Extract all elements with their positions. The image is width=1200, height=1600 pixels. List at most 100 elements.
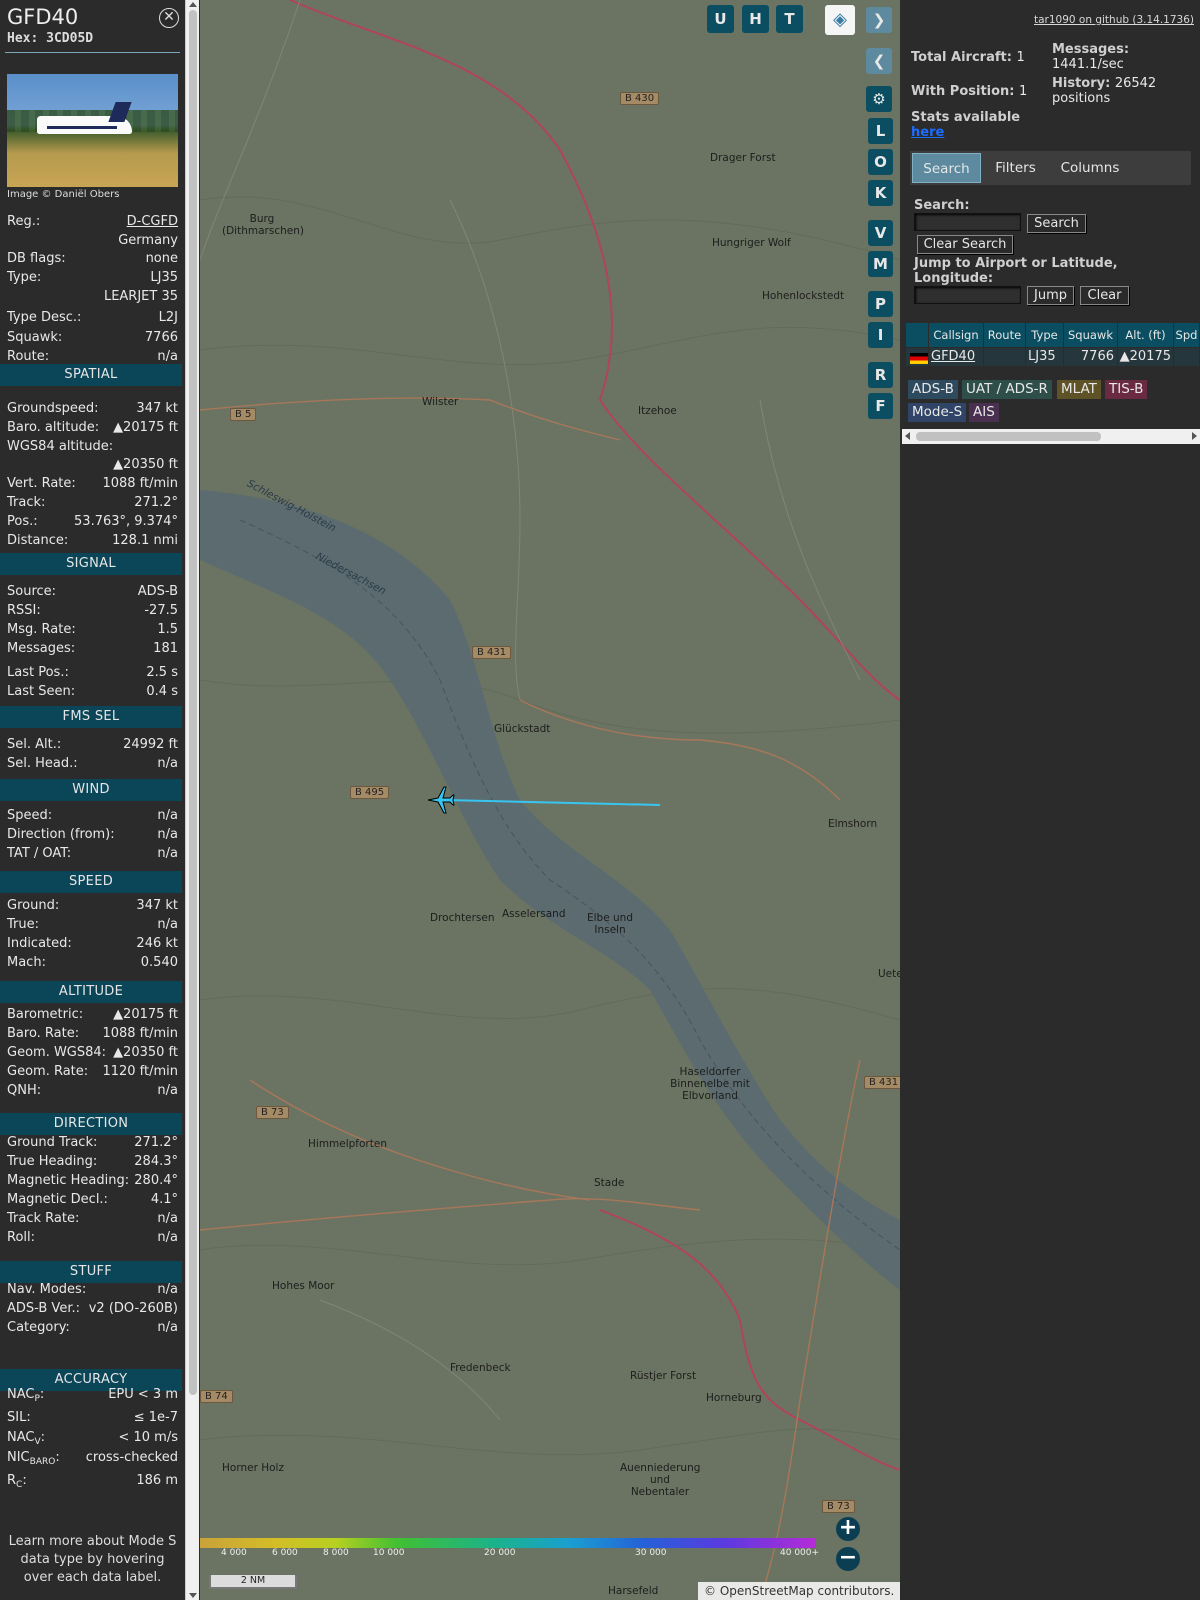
- info-row-label-text: Type Desc.:: [7, 310, 82, 325]
- zoom-in-button[interactable]: +: [836, 1517, 860, 1541]
- stats-link[interactable]: here: [911, 125, 944, 140]
- table-header-callsign[interactable]: Callsign: [929, 323, 984, 347]
- collapse-button[interactable]: ❮: [866, 48, 892, 74]
- layers-icon: ◈: [833, 9, 847, 30]
- chevron-right-icon: ❯: [872, 11, 886, 29]
- info-row-label: True:: [7, 917, 39, 932]
- map-button-i[interactable]: I: [868, 322, 893, 348]
- jump-button[interactable]: Jump: [1027, 286, 1074, 305]
- map-button-f[interactable]: F: [868, 393, 893, 419]
- info-row-label: Nav. Modes:: [7, 1282, 86, 1297]
- table-header-route[interactable]: Route: [984, 323, 1026, 347]
- layers-button[interactable]: ◈: [825, 5, 855, 35]
- legend-tick: 6 000: [272, 1548, 298, 1558]
- map-view[interactable]: Burg (Dithmarschen) Hohenlockstedt Drager …: [200, 0, 900, 1600]
- source-badge: Mode-S: [908, 403, 967, 422]
- map-button-k[interactable]: K: [868, 180, 893, 206]
- map-button-m[interactable]: M: [868, 251, 893, 277]
- info-row-label-sub: C: [16, 1480, 23, 1490]
- info-row: Track Rate: n/a: [7, 1211, 178, 1229]
- map-attribution: © OpenStreetMap contributors.: [698, 1582, 900, 1600]
- tab-filters[interactable]: Filters: [983, 153, 1048, 183]
- info-row: TAT / OAT: n/a: [7, 846, 178, 864]
- place-label: Hungriger Wolf: [712, 237, 791, 249]
- table-header-speed[interactable]: Spd: [1174, 323, 1200, 347]
- info-row: WGS84 altitude:: [7, 439, 178, 457]
- clear-search-button[interactable]: Clear Search: [917, 235, 1013, 254]
- table-scrollbar[interactable]: [902, 429, 1200, 444]
- info-row: Track: 271.2°: [7, 495, 178, 513]
- map-button-t[interactable]: T: [776, 5, 803, 33]
- info-row-value: n/a: [157, 827, 178, 842]
- info-row-label-text: NIC: [7, 1450, 30, 1465]
- place-label: Itzehoe: [638, 405, 677, 417]
- table-header-altitude[interactable]: Alt. (ft): [1118, 323, 1174, 347]
- info-row: Germany: [7, 233, 178, 251]
- search-button[interactable]: Search: [1027, 214, 1086, 233]
- tab-search[interactable]: Search: [912, 153, 981, 183]
- place-label: Drochtersen: [430, 912, 495, 924]
- info-row-label-text: Direction (from):: [7, 827, 115, 842]
- map-button-r[interactable]: R: [868, 362, 893, 388]
- table-header-squawk[interactable]: Squawk: [1064, 323, 1118, 347]
- info-row: Nav. Modes: n/a: [7, 1282, 178, 1300]
- clear-jump-button[interactable]: Clear: [1080, 286, 1129, 305]
- info-row-label-text: Category:: [7, 1320, 70, 1335]
- map-button-u[interactable]: U: [707, 5, 734, 33]
- plus-icon: +: [838, 1515, 858, 1540]
- table-cell-type: LJ35: [1026, 348, 1064, 366]
- info-row-label: Geom. WGS84:: [7, 1045, 106, 1060]
- info-row-label: Messages:: [7, 641, 75, 656]
- close-icon[interactable]: ✕: [159, 8, 179, 28]
- info-row-label-text: Source:: [7, 584, 57, 599]
- attribution-text: contributors.: [817, 1584, 895, 1598]
- info-row-value: 4.1°: [150, 1192, 178, 1207]
- info-row-value: 1.5: [157, 622, 178, 637]
- minus-icon: −: [838, 1545, 858, 1570]
- info-row-label-text: True Heading:: [7, 1154, 98, 1169]
- zoom-out-button[interactable]: −: [836, 1547, 860, 1571]
- info-row-label-text: Track:: [7, 495, 46, 510]
- map-button-o[interactable]: O: [868, 149, 893, 175]
- map-button-p[interactable]: P: [868, 291, 893, 317]
- osm-link[interactable]: OpenStreetMap: [720, 1584, 814, 1598]
- info-row: DB flags: none: [7, 251, 178, 269]
- info-scrollbar[interactable]: [185, 0, 199, 1600]
- search-input[interactable]: [914, 213, 1021, 231]
- info-row-value: 347 kt: [136, 401, 178, 416]
- legend-tick: 30 000: [635, 1548, 667, 1558]
- aircraft-photo[interactable]: [7, 74, 178, 187]
- table-header-flag: [906, 323, 929, 347]
- table-cell-callsign[interactable]: GFD40: [929, 348, 984, 366]
- info-row-value: n/a: [157, 1211, 178, 1226]
- info-row: Last Pos.: 2.5 s: [7, 665, 178, 683]
- info-row-label: Msg. Rate:: [7, 622, 76, 637]
- info-row: Barometric: ▲20175 ft: [7, 1007, 178, 1025]
- info-row-value: Germany: [118, 233, 178, 248]
- with-position-stat: With Position: 1: [911, 84, 1027, 99]
- jump-input[interactable]: [914, 286, 1021, 304]
- map-button-h[interactable]: H: [742, 5, 769, 33]
- place-label: Glückstadt: [494, 723, 551, 735]
- info-row-label: ADS-B Ver.:: [7, 1301, 80, 1316]
- toggle-sidebar-button[interactable]: ❯: [866, 7, 892, 33]
- info-row-value[interactable]: D-CGFD: [127, 214, 178, 229]
- road-label: B 430: [620, 92, 660, 105]
- map-button-v[interactable]: V: [868, 220, 893, 246]
- settings-button[interactable]: ⚙: [866, 86, 892, 112]
- messages-label: Messages:: [1052, 42, 1130, 57]
- github-link[interactable]: tar1090 on github (3.14.1736): [1034, 14, 1194, 26]
- table-header-type[interactable]: Type: [1026, 323, 1064, 347]
- info-row-label: Sel. Alt.:: [7, 737, 61, 752]
- info-row-label-text: ADS-B Ver.:: [7, 1301, 80, 1316]
- info-row-value: 280.4°: [134, 1173, 178, 1188]
- info-row-label-text: Roll:: [7, 1230, 36, 1245]
- info-row-label-sub: BARO: [29, 1457, 56, 1467]
- info-row-label-text: Type:: [7, 270, 42, 285]
- with-position-value: 1: [1019, 84, 1028, 99]
- tab-columns[interactable]: Columns: [1050, 153, 1130, 183]
- info-row-label-text: NAC: [7, 1387, 35, 1402]
- info-row-value: ▲20350 ft: [113, 457, 178, 472]
- map-button-l[interactable]: L: [868, 118, 893, 144]
- road-label: B 5: [230, 408, 257, 421]
